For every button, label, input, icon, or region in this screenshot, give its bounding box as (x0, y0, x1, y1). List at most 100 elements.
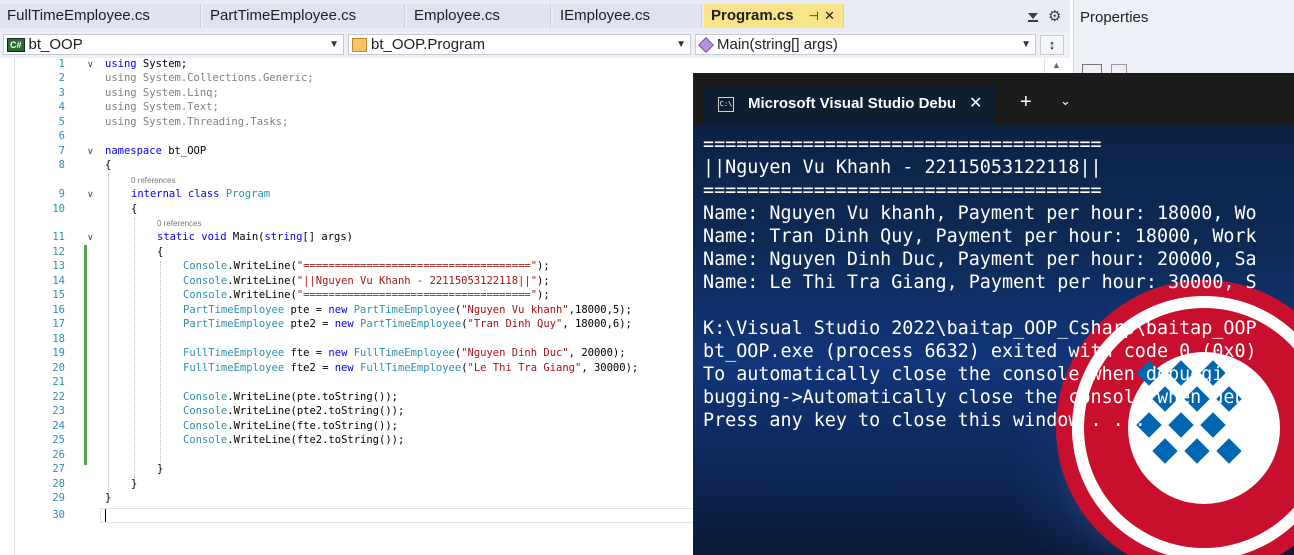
code-line: Console.WriteLine("=====================… (183, 289, 550, 301)
code-line: namespace bt_OOP (105, 145, 207, 157)
console-line: To automatically close the console when … (703, 364, 1246, 385)
line-number: 19 (52, 347, 65, 359)
line-number: 5 (58, 116, 65, 128)
fold-toggle-icon[interactable]: ∨ (87, 146, 94, 157)
chevron-down-icon: ▼ (1021, 39, 1031, 50)
line-number: 20 (52, 362, 65, 374)
chevron-down-icon[interactable]: ⌄ (1060, 93, 1071, 109)
debug-console-window[interactable]: C:\ Microsoft Visual Studio Debug ✕ + ⌄ … (693, 73, 1294, 555)
tab-fulltimeemployee[interactable]: FullTimeEmployee.cs (0, 4, 201, 28)
tab-employee[interactable]: Employee.cs (407, 4, 551, 28)
code-line: { (105, 159, 112, 171)
tab-iemployee[interactable]: IEmployee.cs (553, 4, 702, 28)
indent-guide (108, 174, 109, 494)
scroll-up-icon[interactable]: ▲ (1052, 60, 1061, 70)
tab-program[interactable]: Program.cs ⊣ ✕ (704, 4, 844, 28)
close-icon[interactable]: ✕ (824, 4, 835, 28)
line-number: 21 (52, 376, 65, 388)
member-dropdown[interactable]: Main(string[] args) ▼ (695, 34, 1036, 55)
code-line: using System.Linq; (105, 87, 219, 99)
class-name: bt_OOP.Program (371, 36, 485, 53)
code-line: static void Main(string[] args) (157, 231, 353, 243)
console-line: Name: Tran Dinh Quy, Payment per hour: 1… (703, 226, 1257, 247)
line-number: 11 (52, 231, 65, 243)
code-line: Console.WriteLine("||Nguyen Vu Khanh - 2… (183, 275, 550, 287)
fold-toggle-icon[interactable]: ∨ (87, 59, 94, 70)
split-icon: ↕ (1048, 37, 1056, 52)
console-line: Name: Le Thi Tra Giang, Payment per hour… (703, 272, 1257, 293)
line-number: 18 (52, 333, 65, 345)
editor-margin-divider (14, 58, 15, 555)
code-line: { (131, 203, 138, 215)
gear-icon[interactable]: ⚙ (1048, 7, 1061, 25)
csharp-project-icon: C# (7, 38, 25, 53)
line-number: 13 (52, 260, 65, 272)
code-line: Console.WriteLine(fte.toString()); (183, 420, 398, 432)
text-caret (105, 509, 106, 522)
codelens-references[interactable]: 0 references (131, 176, 175, 185)
line-number: 1 (58, 58, 65, 70)
tab-label: Program.cs (711, 7, 794, 24)
navigation-bar: C# bt_OOP ▼ bt_OOP.Program ▼ Main(string[… (0, 32, 1070, 58)
line-number: 10 (52, 203, 65, 215)
chevron-down-icon: ▼ (329, 39, 339, 50)
fold-toggle-icon[interactable]: ∨ (87, 189, 94, 200)
code-line: Console.WriteLine(pte2.toString()); (183, 405, 405, 417)
line-number: 6 (58, 130, 65, 142)
line-number: 8 (58, 159, 65, 171)
terminal-icon: C:\ (718, 97, 734, 112)
fold-toggle-icon[interactable]: ∨ (87, 232, 94, 243)
console-line: K:\Visual Studio 2022\baitap_OOP_Csharp\… (703, 318, 1257, 339)
close-icon[interactable]: ✕ (969, 93, 982, 113)
line-number: 24 (52, 420, 65, 432)
code-line: using System.Text; (105, 101, 219, 113)
console-title-bar: C:\ Microsoft Visual Studio Debug ✕ + ⌄ (693, 73, 1294, 125)
code-line: } (105, 492, 112, 504)
line-number: 12 (52, 246, 65, 258)
console-line: Name: Nguyen Dinh Duc, Payment per hour:… (703, 249, 1257, 270)
indent-guide (160, 261, 161, 465)
line-number: 30 (52, 509, 65, 521)
tab-parttimeemployee[interactable]: PartTimeEmployee.cs (203, 4, 405, 28)
line-number: 27 (52, 463, 65, 475)
line-number: 25 (52, 434, 65, 446)
line-number: 2 (58, 72, 65, 84)
line-number: 9 (58, 188, 65, 200)
method-icon (698, 37, 714, 53)
code-line: Console.WriteLine(fte2.toString()); (183, 434, 405, 446)
console-line: bt_OOP.exe (process 6632) exited with co… (703, 341, 1257, 362)
line-number: 4 (58, 101, 65, 113)
line-number: 17 (52, 318, 65, 330)
code-line: FullTimeEmployee fte = new FullTimeEmplo… (183, 347, 626, 359)
properties-title: Properties (1080, 9, 1149, 26)
pin-icon[interactable]: ⊣ (809, 4, 819, 28)
console-line: Press any key to close this window . . . (703, 410, 1146, 431)
code-line: using System.Threading.Tasks; (105, 116, 289, 128)
member-name: Main(string[] args) (717, 36, 838, 53)
tab-label: PartTimeEmployee.cs (210, 7, 357, 24)
line-number: 14 (52, 275, 65, 287)
line-number: 7 (58, 145, 65, 157)
code-line: internal class Program (131, 188, 271, 200)
project-dropdown[interactable]: C# bt_OOP ▼ (3, 34, 344, 55)
console-tab[interactable]: C:\ Microsoft Visual Studio Debug ✕ (704, 85, 996, 125)
split-window-button[interactable]: ↕ (1040, 35, 1064, 55)
change-indicator-bar (84, 245, 87, 465)
code-line: Console.WriteLine(pte.toString()); (183, 391, 398, 403)
new-tab-icon[interactable]: + (1020, 91, 1032, 114)
class-dropdown[interactable]: bt_OOP.Program ▼ (348, 34, 691, 55)
tab-label: FullTimeEmployee.cs (7, 7, 150, 24)
line-number: 29 (52, 492, 65, 504)
chevron-down-icon: ▼ (676, 39, 686, 50)
console-line: Name: Nguyen Vu khanh, Payment per hour:… (703, 203, 1257, 224)
tab-overflow-dropdown-icon[interactable] (1027, 9, 1039, 23)
console-line: ||Nguyen Vu Khanh - 22115053122118|| (703, 157, 1102, 178)
code-line: } (131, 478, 138, 490)
console-line: ==================================== (703, 180, 1102, 201)
indent-guide (134, 218, 135, 480)
line-number: 23 (52, 405, 65, 417)
line-number: 28 (52, 478, 65, 490)
codelens-references[interactable]: 0 references (157, 219, 201, 228)
line-number: 22 (52, 391, 65, 403)
